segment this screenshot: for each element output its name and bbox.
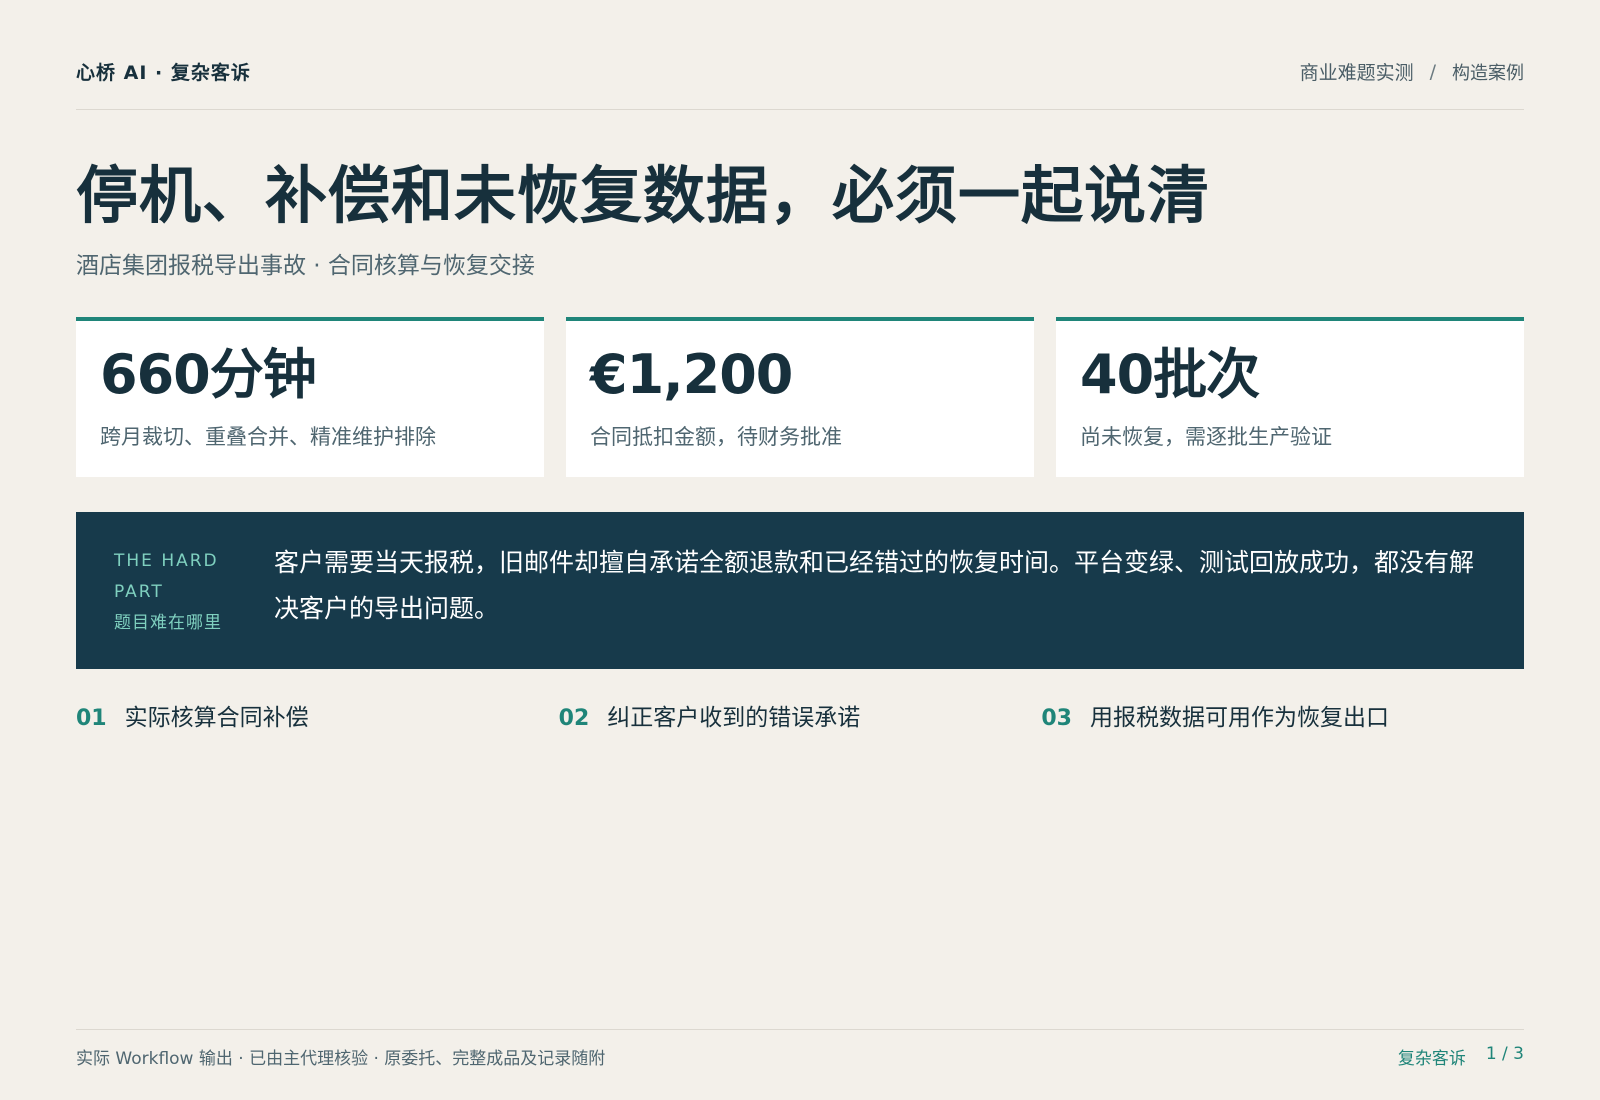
stat-card-compensation: €1,200 合同抵扣金额，待财务批准 <box>566 317 1034 477</box>
stat-description: 尚未恢复，需逐批生产验证 <box>1080 425 1332 449</box>
hard-part-panel: THE HARD PART 题目难在哪里 客户需要当天报税，旧邮件却擅自承诺全额… <box>76 512 1524 669</box>
stat-card-batches: 40批次 尚未恢复，需逐批生产验证 <box>1056 317 1524 477</box>
breadcrumb: 商业难题实测 / 构造案例 <box>1300 58 1524 85</box>
page-title: 停机、补偿和未恢复数据，必须一起说清 <box>76 159 1211 232</box>
key-point-number: 01 <box>76 706 107 731</box>
stat-value: 40批次 <box>1080 343 1260 406</box>
page-number: 1 / 3 <box>1485 1044 1524 1064</box>
stat-description: 跨月裁切、重叠合并、精准维护排除 <box>100 425 436 449</box>
stat-card-downtime: 660分钟 跨月裁切、重叠合并、精准维护排除 <box>76 317 544 477</box>
key-point-text: 实际核算合同补偿 <box>124 705 309 731</box>
key-point-number: 02 <box>558 706 590 731</box>
breadcrumb-item-business[interactable]: 商业难题实测 <box>1300 58 1414 85</box>
key-point: 03 用报税数据可用作为恢复出口 <box>1041 698 1524 732</box>
hard-part-label-en: THE HARD <box>114 551 219 571</box>
slide-page: 心桥 AI · 复杂客诉 商业难题实测 / 构造案例 停机、补偿和未恢复数据，必… <box>76 0 1524 1100</box>
key-point-number: 03 <box>1041 706 1072 731</box>
hard-part-label: THE HARD PART 题目难在哪里 <box>114 546 274 669</box>
stat-cards: 660分钟 跨月裁切、重叠合并、精准维护排除 €1,200 合同抵扣金额，待财务… <box>76 317 1524 477</box>
footer-right: 复杂客诉 1 / 3 <box>1398 1044 1524 1069</box>
key-points: 01 实际核算合同补偿 02 纠正客户收到的错误承诺 03 用报税数据可用作为恢… <box>76 698 1524 732</box>
hard-part-label-en-2: PART <box>114 582 164 602</box>
stat-value: €1,200 <box>590 343 793 406</box>
header: 心桥 AI · 复杂客诉 商业难题实测 / 构造案例 <box>76 58 1524 110</box>
footer-section-label: 复杂客诉 <box>1397 1049 1466 1069</box>
page-subtitle: 酒店集团报税导出事故 · 合同核算与恢复交接 <box>76 253 535 279</box>
brand-label: 心桥 AI · 复杂客诉 <box>76 62 251 84</box>
hard-part-label-zh: 题目难在哪里 <box>114 613 222 633</box>
footer: 实际 Workflow 输出 · 已由主代理核验 · 原委托、完整成品及记录随附… <box>76 1029 1524 1069</box>
key-point-text: 用报税数据可用作为恢复出口 <box>1089 705 1389 731</box>
key-point: 01 实际核算合同补偿 <box>76 698 559 732</box>
breadcrumb-item-case[interactable]: 构造案例 <box>1452 59 1524 85</box>
stat-value: 660分钟 <box>100 343 317 406</box>
breadcrumb-separator: / <box>1429 60 1436 83</box>
key-point: 02 纠正客户收到的错误承诺 <box>559 698 1042 732</box>
hard-part-text: 客户需要当天报税，旧邮件却擅自承诺全额退款和已经错过的恢复时间。平台变绿、测试回… <box>274 548 1475 623</box>
footer-note: 实际 Workflow 输出 · 已由主代理核验 · 原委托、完整成品及记录随附 <box>76 1049 606 1069</box>
stat-description: 合同抵扣金额，待财务批准 <box>590 425 842 449</box>
key-point-text: 纠正客户收到的错误承诺 <box>607 705 861 731</box>
